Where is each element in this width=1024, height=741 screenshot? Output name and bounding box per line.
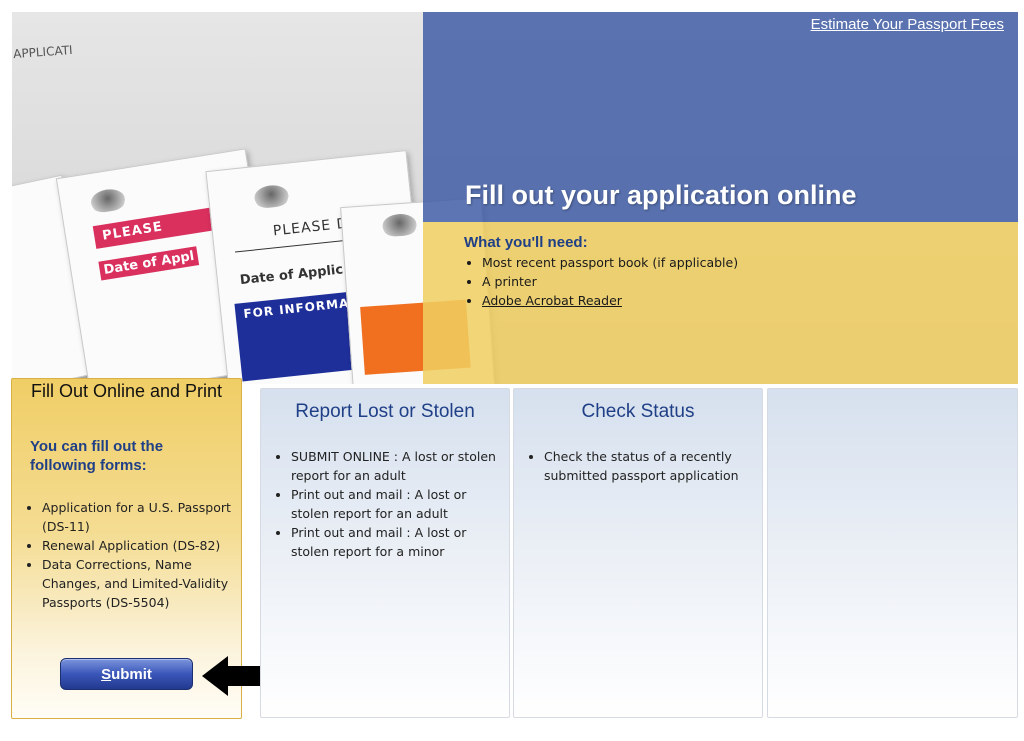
submit-access-key: S [101,665,112,683]
doc-banner: PLEASE D [272,215,350,240]
requirements-list: Most recent passport book (if applicable… [464,253,738,310]
submit-button[interactable]: Submit [60,658,193,690]
card-title[interactable]: Report Lost or Stolen [261,401,509,423]
list-item: Renewal Application (DS-82) [42,536,231,555]
list-item: Application for a U.S. Passport (DS-11) [42,498,231,536]
list-item: Adobe Acrobat Reader [482,291,738,310]
list-item: Check the status of a recently submitted… [544,447,752,485]
list-item: A printer [482,272,738,291]
hero-title: Fill out your application online [465,180,857,210]
forms-heading: You can fill out the following forms: [30,438,164,474]
seal-icon [253,183,290,210]
list-item: SUBMIT ONLINE : A lost or stolen report … [291,447,499,485]
estimate-fees-link[interactable]: Estimate Your Passport Fees [811,16,1004,33]
doc-banner: PLEASE [92,206,221,249]
list-item: Most recent passport book (if applicable… [482,253,738,272]
seal-icon [89,186,127,215]
list-item: Data Corrections, Name Changes, and Limi… [42,555,231,612]
hero-banner: PLEASE Date of Appl PLEASE D Date of App… [12,12,1018,384]
list-item: Print out and mail : A lost or stolen re… [291,485,499,523]
card-title[interactable]: Check Status [514,401,762,423]
what-you-need-heading: What you'll need: [464,234,588,251]
seal-icon [381,212,418,238]
lost-stolen-list: SUBMIT ONLINE : A lost or stolen report … [273,447,499,561]
submit-label: ubmit [111,665,152,683]
doc-date-label: Date of Applic [239,262,344,289]
status-list: Check the status of a recently submitted… [526,447,752,485]
report-lost-stolen-card[interactable]: Report Lost or Stolen SUBMIT ONLINE : A … [260,388,510,718]
check-status-card[interactable]: Check Status Check the status of a recen… [513,388,763,718]
doc-date-label: Date of Appl [98,246,200,281]
card-title: Fill Out Online and Print [30,381,223,401]
forms-list: Application for a U.S. Passport (DS-11) … [24,498,231,612]
empty-card [767,388,1018,718]
list-item: Print out and mail : A lost or stolen re… [291,523,499,561]
adobe-reader-link[interactable]: Adobe Acrobat Reader [482,293,622,308]
